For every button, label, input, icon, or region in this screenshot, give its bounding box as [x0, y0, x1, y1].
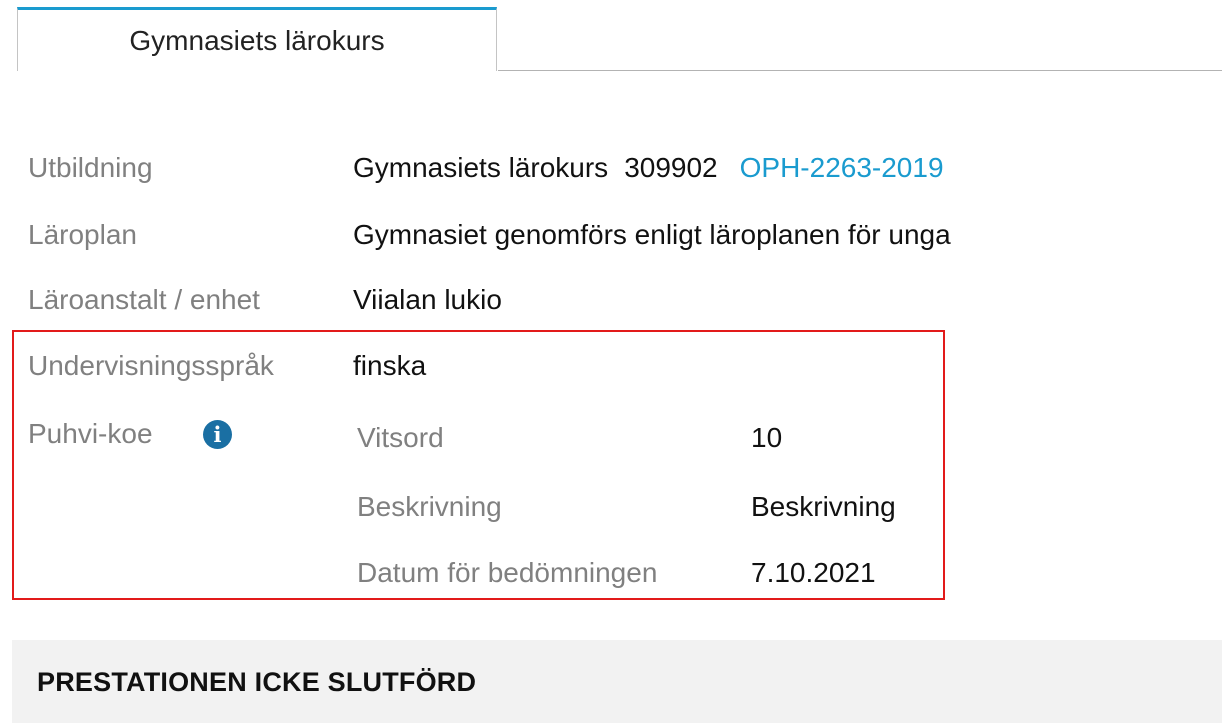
- tab-label: Gymnasiets lärokurs: [129, 24, 385, 56]
- tab-bar-divider: [498, 70, 1222, 71]
- laroanstalt-label: Läroanstalt / enhet: [28, 284, 260, 315]
- utbildning-code: 309902: [624, 152, 718, 183]
- laroplan-label: Läroplan: [28, 219, 137, 250]
- completion-status-bar: PRESTATIONEN ICKE SLUTFÖRD: [12, 640, 1222, 723]
- puhvi-datum-value: 7.10.2021: [751, 557, 876, 588]
- page: Gymnasiets lärokurs Utbildning Gymnasiet…: [0, 0, 1222, 723]
- utbildning-label: Utbildning: [28, 152, 153, 183]
- puhvi-vitsord-label: Vitsord: [357, 422, 444, 453]
- puhvi-beskrivning-value: Beskrivning: [751, 491, 896, 522]
- detail-row-laroplan: Läroplan Gymnasiet genomförs enligt läro…: [28, 215, 1128, 255]
- detail-row-laroanstalt: Läroanstalt / enhet Viialan lukio: [28, 280, 1128, 320]
- tab-gymnasiets-larokurs[interactable]: Gymnasiets lärokurs: [17, 7, 497, 71]
- tab-bar: Gymnasiets lärokurs: [0, 0, 1222, 74]
- completion-status-text: PRESTATIONEN ICKE SLUTFÖRD: [37, 667, 477, 697]
- detail-row-puhvi-koe: Puhvi-koe: [28, 414, 198, 454]
- puhvi-vitsord-value: 10: [751, 422, 783, 453]
- laroplan-value: Gymnasiet genomförs enligt läroplanen fö…: [353, 219, 951, 250]
- utbildning-diary-link[interactable]: OPH-2263-2019: [740, 152, 944, 183]
- puhvi-datum-label: Datum för bedömningen: [357, 557, 658, 588]
- detail-row-undervisningssprak: Undervisningsspråk finska: [28, 346, 928, 386]
- info-icon[interactable]: i: [203, 420, 232, 449]
- undervisningssprak-label: Undervisningsspråk: [28, 350, 274, 381]
- utbildning-name: Gymnasiets lärokurs: [353, 152, 609, 183]
- undervisningssprak-value: finska: [353, 350, 427, 381]
- puhvi-beskrivning-label: Beskrivning: [357, 491, 502, 522]
- utbildning-value: Gymnasiets lärokurs 309902 OPH-2263-2019: [353, 148, 944, 188]
- detail-row-utbildning: Utbildning Gymnasiets lärokurs 309902 OPH-…: [28, 148, 1128, 188]
- puhvi-koe-label: Puhvi-koe: [28, 418, 153, 449]
- laroanstalt-value: Viialan lukio: [353, 284, 502, 315]
